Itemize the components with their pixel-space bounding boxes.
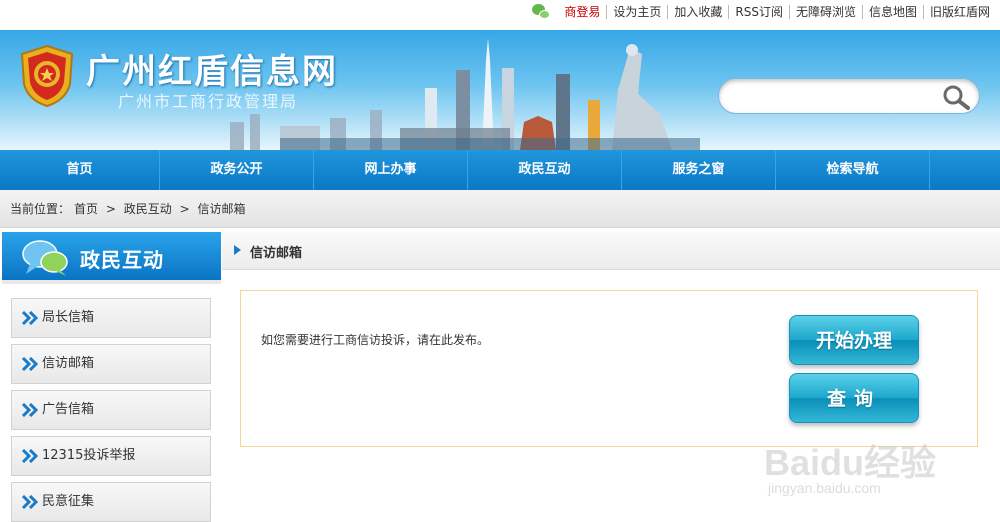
sidebar-item-label: 民意征集 — [42, 494, 95, 509]
breadcrumb-prefix: 当前位置： — [10, 202, 71, 216]
nav-government-affairs[interactable]: 政务公开 — [160, 150, 314, 190]
sidebar-item-12315-complaint[interactable]: 12315投诉举报 — [11, 436, 211, 476]
top-link-site-map[interactable]: 信息地图 — [861, 5, 923, 19]
sidebar-item-director-mailbox[interactable]: 局长信箱 — [11, 298, 211, 338]
nav-search-guide[interactable]: 检索导航 — [776, 150, 930, 190]
sidebar-item-label: 局长信箱 — [42, 310, 95, 325]
baidu-watermark: Baidu经验 jingyan.baidu.com — [764, 414, 994, 514]
chat-bubbles-icon — [22, 240, 68, 276]
sidebar-header: 政民互动 — [2, 232, 221, 284]
search-input[interactable] — [733, 85, 933, 107]
top-link-set-homepage[interactable]: 设为主页 — [606, 5, 667, 19]
breadcrumb-current: 信访邮箱 — [197, 202, 246, 216]
search-box — [718, 78, 980, 114]
top-links-bar: 商登易 设为主页 加入收藏 RSS订阅 无障碍浏览 信息地图 旧版红盾网 — [0, 0, 1000, 30]
sidebar-item-petition-mailbox[interactable]: 信访邮箱 — [11, 344, 211, 384]
top-link-add-favorite[interactable]: 加入收藏 — [667, 5, 728, 19]
sidebar-item-label: 广告信箱 — [42, 402, 95, 417]
nav-interaction[interactable]: 政民互动 — [468, 150, 622, 190]
double-chevron-icon — [21, 495, 39, 509]
emblem-logo — [20, 44, 74, 108]
sidebar-item-ad-mailbox[interactable]: 广告信箱 — [11, 390, 211, 430]
breadcrumb-interaction[interactable]: 政民互动 — [124, 202, 172, 216]
wechat-icon[interactable] — [532, 4, 552, 20]
breadcrumb: 当前位置： 首页 > 政民互动 > 信访邮箱 — [0, 190, 1000, 228]
top-link-shangdengyi[interactable]: 商登易 — [558, 5, 606, 19]
site-title: 广州红盾信息网 — [86, 52, 338, 92]
breadcrumb-home[interactable]: 首页 — [74, 202, 98, 216]
top-links: 商登易 设为主页 加入收藏 RSS订阅 无障碍浏览 信息地图 旧版红盾网 — [532, 4, 996, 20]
start-button[interactable]: 开始办理 — [789, 315, 919, 365]
double-chevron-icon — [21, 357, 39, 371]
top-link-accessibility[interactable]: 无障碍浏览 — [788, 5, 862, 19]
site-banner: 广州红盾信息网 广州市工商行政管理局 — [0, 30, 1000, 150]
top-link-old-version[interactable]: 旧版红盾网 — [922, 5, 996, 19]
nav-online-services[interactable]: 网上办事 — [314, 150, 468, 190]
magnifier-icon[interactable] — [941, 83, 971, 111]
nav-home[interactable]: 首页 — [0, 150, 160, 190]
content-description: 如您需要进行工商信访投诉，请在此发布。 — [261, 333, 490, 347]
triangle-right-icon — [234, 245, 241, 255]
double-chevron-icon — [21, 449, 39, 463]
breadcrumb-separator: > — [179, 202, 190, 216]
top-link-rss[interactable]: RSS订阅 — [728, 5, 789, 19]
sidebar-item-label: 12315投诉举报 — [42, 448, 136, 463]
double-chevron-icon — [21, 403, 39, 417]
watermark-url: jingyan.baidu.com — [768, 480, 881, 496]
sidebar-title: 政民互动 — [80, 248, 164, 272]
content-title: 信访邮箱 — [250, 246, 303, 261]
content-header: 信访邮箱 — [222, 232, 1000, 270]
site-subtitle: 广州市工商行政管理局 — [118, 92, 299, 111]
breadcrumb-separator: > — [105, 202, 116, 216]
watermark-brand: Baidu经验 — [764, 442, 937, 483]
sidebar-item-opinion-poll[interactable]: 民意征集 — [11, 482, 211, 522]
sidebar-item-label: 信访邮箱 — [42, 356, 95, 371]
main-nav: 首页 政务公开 网上办事 政民互动 服务之窗 检索导航 — [0, 150, 1000, 190]
nav-service-window[interactable]: 服务之窗 — [622, 150, 776, 190]
double-chevron-icon — [21, 311, 39, 325]
